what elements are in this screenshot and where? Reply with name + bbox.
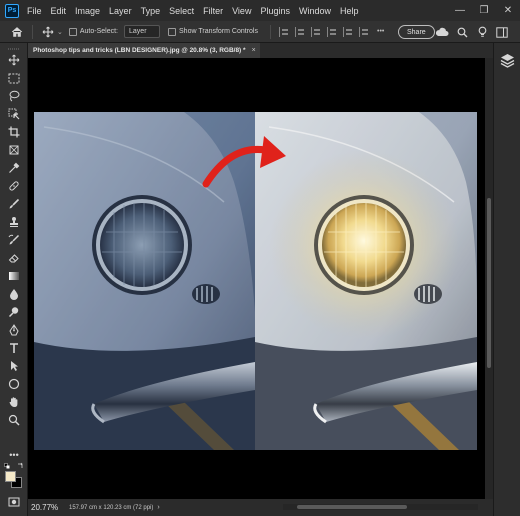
more-options[interactable]: ••• <box>377 28 384 35</box>
move-tool-icon[interactable] <box>5 53 23 67</box>
menu-filter[interactable]: Filter <box>203 6 223 16</box>
align-left-icon[interactable] <box>279 26 291 37</box>
more-tools-icon[interactable]: ••• <box>5 448 23 462</box>
auto-select-dropdown[interactable]: Layer <box>124 25 161 38</box>
close-window-button[interactable]: ✕ <box>496 0 520 21</box>
menu-plugins[interactable]: Plugins <box>260 6 290 16</box>
align-middle-icon[interactable] <box>343 26 355 37</box>
separator <box>270 24 271 39</box>
chevron-down-icon[interactable]: ⌄ <box>57 28 63 36</box>
show-transform-checkbox[interactable] <box>168 27 177 36</box>
menu-bar: Ps File Edit Image Layer Type Select Fil… <box>0 0 520 21</box>
eraser-tool-icon[interactable] <box>5 251 23 265</box>
show-transform-label: Show Transform Controls <box>179 28 258 35</box>
crop-tool-icon[interactable] <box>5 125 23 139</box>
align-right-icon[interactable] <box>311 26 323 37</box>
document-image <box>34 112 477 450</box>
zoom-tool-icon[interactable] <box>5 413 23 427</box>
history-brush-tool-icon[interactable] <box>5 233 23 247</box>
gradient-tool-icon[interactable] <box>5 269 23 283</box>
align-bottom-icon[interactable] <box>359 26 371 37</box>
brush-tool-icon[interactable] <box>5 197 23 211</box>
lightbulb-icon[interactable] <box>474 23 490 41</box>
menu-window[interactable]: Window <box>299 6 331 16</box>
layers-panel-icon[interactable] <box>500 53 515 68</box>
right-panel-dock <box>493 43 520 516</box>
options-bar: ⌄ Auto-Select: Layer Show Transform Cont… <box>0 21 520 43</box>
path-select-tool-icon[interactable] <box>5 359 23 373</box>
horizontal-scrollbar-thumb[interactable] <box>297 505 407 509</box>
separator <box>32 24 33 39</box>
quick-mask-icon[interactable] <box>5 495 23 509</box>
blur-tool-icon[interactable] <box>5 287 23 301</box>
horizontal-scrollbar[interactable] <box>283 504 478 510</box>
shape-tool-icon[interactable] <box>5 377 23 391</box>
swap-colors-icon[interactable] <box>17 462 24 469</box>
menu-edit[interactable]: Edit <box>51 6 67 16</box>
search-icon[interactable] <box>454 23 470 41</box>
home-icon[interactable] <box>8 23 26 41</box>
align-top-icon[interactable] <box>327 26 339 37</box>
toolbar-collapse-icon[interactable] <box>0 45 28 53</box>
menu-file[interactable]: File <box>27 6 42 16</box>
window-controls: — ❐ ✕ <box>448 0 520 21</box>
foreground-color-swatch[interactable] <box>5 471 16 482</box>
status-bar: 20.77% 157.97 cm x 120.23 cm (72 ppi) › <box>28 499 493 516</box>
share-button[interactable]: Share <box>398 25 435 39</box>
frame-tool-icon[interactable] <box>5 143 23 157</box>
restore-button[interactable]: ❐ <box>472 0 496 21</box>
menu-view[interactable]: View <box>232 6 251 16</box>
type-tool-icon[interactable] <box>5 341 23 355</box>
clone-stamp-tool-icon[interactable] <box>5 215 23 229</box>
auto-select-value: Layer <box>129 28 147 35</box>
auto-select-label: Auto-Select: <box>79 28 119 35</box>
tools-panel: ••• <box>0 43 28 516</box>
move-tool-preset-icon[interactable] <box>39 23 57 41</box>
document-tab-title: Photoshop tips and tricks (LBN DESIGNER)… <box>33 47 246 54</box>
photoshop-logo[interactable]: Ps <box>5 3 19 18</box>
default-colors-icon[interactable] <box>4 463 10 469</box>
auto-select-checkbox[interactable] <box>68 27 77 36</box>
marquee-tool-icon[interactable] <box>5 71 23 85</box>
status-menu-arrow[interactable]: › <box>157 504 159 511</box>
lasso-tool-icon[interactable] <box>5 89 23 103</box>
cloud-icon[interactable] <box>434 23 450 41</box>
align-center-icon[interactable] <box>295 26 307 37</box>
menu-help[interactable]: Help <box>340 6 359 16</box>
pen-tool-icon[interactable] <box>5 323 23 337</box>
canvas-area[interactable] <box>28 58 493 499</box>
object-select-tool-icon[interactable] <box>5 107 23 121</box>
vertical-scrollbar[interactable] <box>485 58 493 499</box>
menu-select[interactable]: Select <box>169 6 194 16</box>
menu-layer[interactable]: Layer <box>109 6 132 16</box>
close-tab-icon[interactable]: × <box>252 47 256 54</box>
workspace-icon[interactable] <box>494 23 510 41</box>
minimize-button[interactable]: — <box>448 0 472 21</box>
eyedropper-tool-icon[interactable] <box>5 161 23 175</box>
document-info: 157.97 cm x 120.23 cm (72 ppi) <box>69 504 154 511</box>
zoom-level[interactable]: 20.77% <box>31 503 61 512</box>
vertical-scrollbar-thumb[interactable] <box>487 198 491 368</box>
spot-healing-tool-icon[interactable] <box>5 179 23 193</box>
dodge-tool-icon[interactable] <box>5 305 23 319</box>
menu-image[interactable]: Image <box>75 6 100 16</box>
after-image <box>255 112 477 450</box>
document-tab[interactable]: Photoshop tips and tricks (LBN DESIGNER)… <box>28 43 260 58</box>
document-tab-bar: Photoshop tips and tricks (LBN DESIGNER)… <box>28 43 493 58</box>
menu-type[interactable]: Type <box>141 6 161 16</box>
